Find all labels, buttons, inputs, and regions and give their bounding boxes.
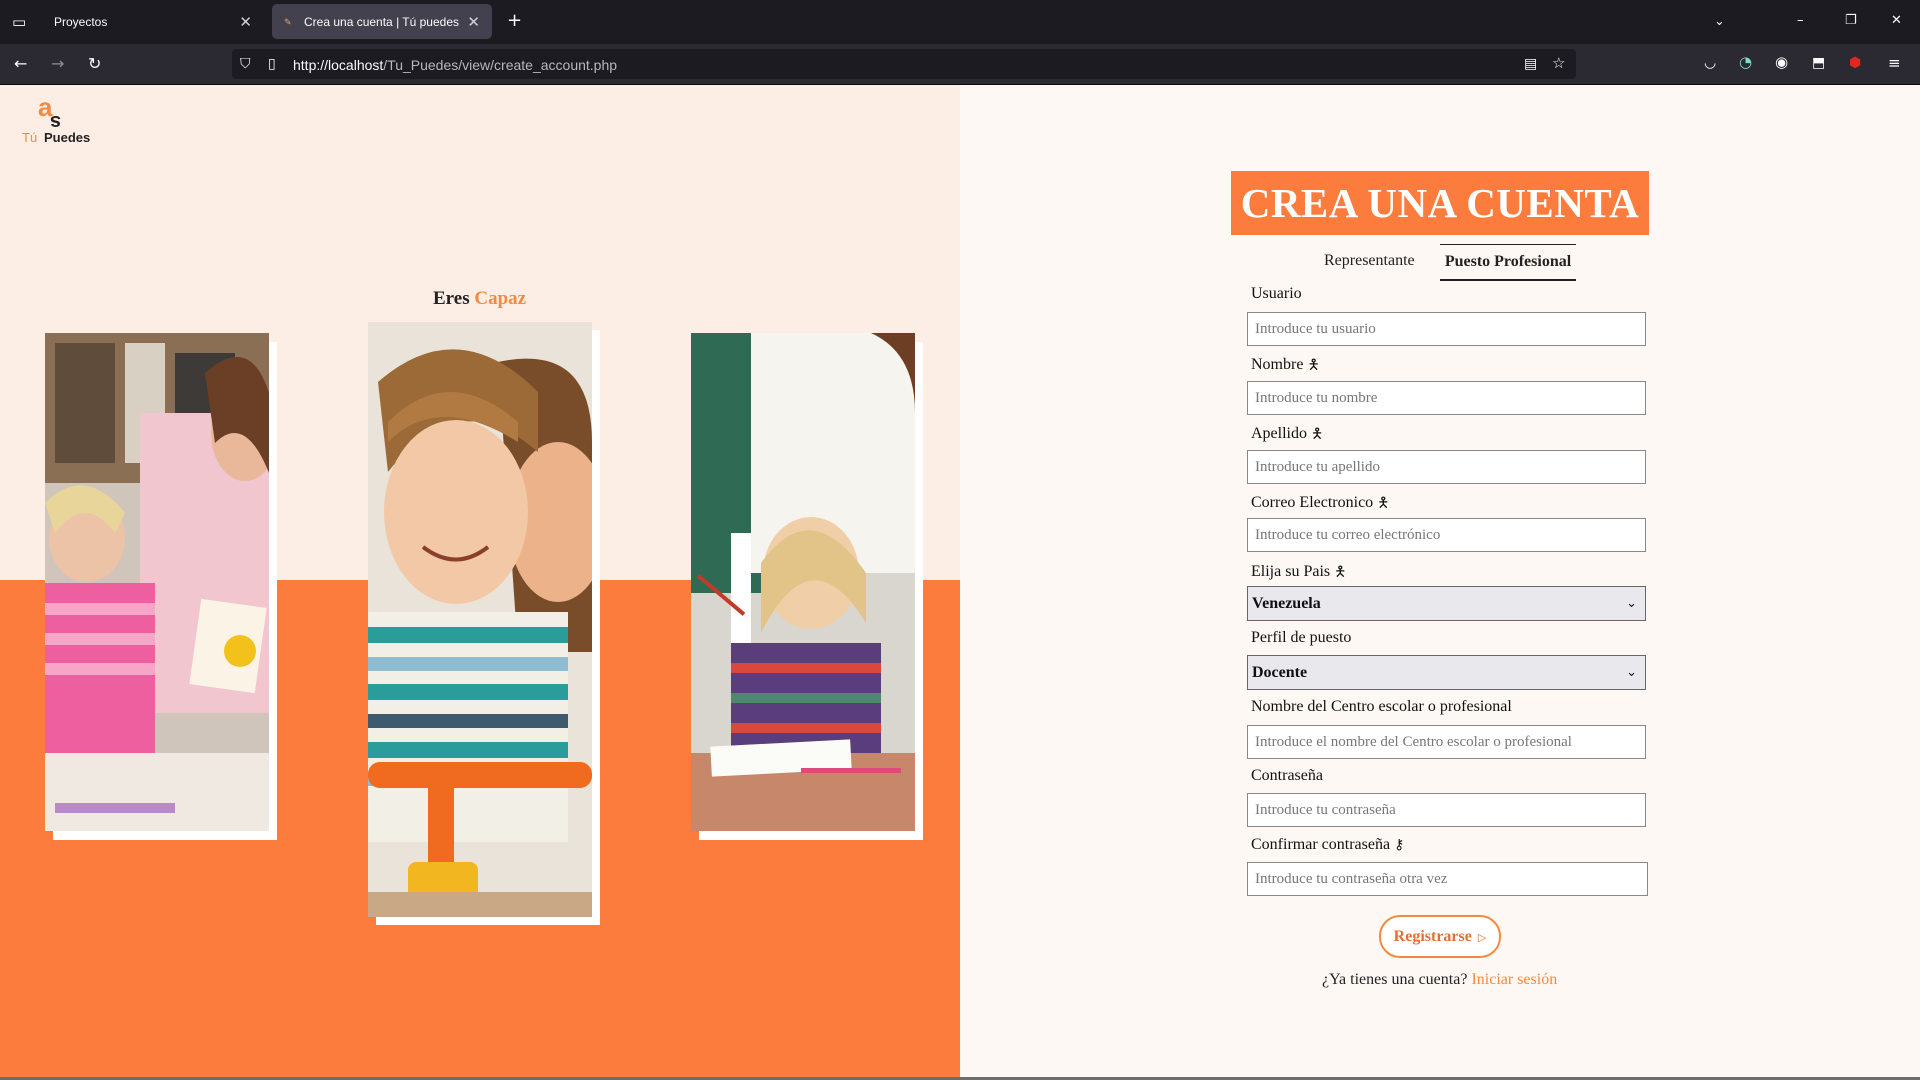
account-type-tabs: Representante Puesto Profesional [1320,244,1720,281]
tab-title: Crea una cuenta | Tú puedes [304,14,460,29]
pais-label-text: Elija su Pais [1251,563,1331,580]
chevron-down-icon: ⌄ [1626,665,1637,680]
register-button[interactable]: Registrarse ▷ [1379,915,1501,958]
person-icon: 🯅 [1311,426,1324,442]
confirmar-label: Confirmar contraseña ⚷ [1251,836,1404,854]
tagline-highlight: Capaz [474,288,527,309]
back-icon[interactable]: ← [14,56,27,72]
nombre-input[interactable] [1247,381,1646,415]
centro-input[interactable] [1247,725,1646,759]
confirmar-input[interactable] [1247,862,1648,896]
correo-label-text: Correo Electronico [1251,494,1374,511]
page-icon[interactable]: ▯ [268,56,276,72]
apellido-input[interactable] [1247,450,1646,484]
site-logo[interactable]: a s Tú Puedes [20,92,100,148]
usuario-label: Usuario [1251,285,1302,303]
person-icon: 🯅 [1334,564,1347,580]
centro-label-text: Nombre del Centro escolar o profesional [1251,698,1512,715]
minimize-icon[interactable]: – [1797,13,1804,29]
sync-icon[interactable]: ◔ [1739,54,1752,70]
nombre-label: Nombre 🯅 [1251,354,1320,378]
perfil-select-value: Docente [1252,664,1308,681]
photo-teacher-girl [45,333,269,831]
forward-icon[interactable]: → [51,56,64,72]
window-close-icon[interactable]: ✕ [1891,13,1902,29]
correo-input[interactable] [1247,518,1646,552]
login-prompt-line: ¿Ya tienes una cuenta? Iniciar sesión [1322,971,1557,989]
shield-icon[interactable]: ⛉ [240,56,251,72]
login-prompt: ¿Ya tienes una cuenta? [1322,971,1468,988]
tab-proyectos[interactable]: Proyectos ✕ [42,4,264,39]
pocket-icon[interactable]: ◡ [1704,55,1716,71]
url-text[interactable]: http://localhost/Tu_Puedes/view/create_a… [293,57,617,73]
favicon-icon: ✎ [284,16,292,27]
tab-crea-cuenta[interactable]: ✎ Crea una cuenta | Tú puedes ✕ [272,4,492,39]
pais-label: Elija su Pais 🯅 [1251,561,1346,585]
account-icon[interactable]: ◉ [1775,54,1788,70]
browser-tab-bar: ▭ Proyectos ✕ ✎ Crea una cuenta | Tú pue… [0,0,1920,44]
correo-label: Correo Electronico 🯅 [1251,492,1390,516]
play-triangle-icon: ▷ [1477,931,1487,944]
tab-puesto-profesional[interactable]: Puesto Profesional [1440,244,1576,281]
contrasena-input[interactable] [1247,793,1646,827]
url-host: http://localhost [293,57,384,73]
reader-icon[interactable]: ▤ [1524,56,1537,72]
close-icon[interactable]: ✕ [467,13,480,31]
apellido-label: Apellido 🯅 [1251,423,1323,447]
tab-list-icon[interactable]: ⌄ [1714,14,1725,30]
login-link[interactable]: Iniciar sesión [1471,971,1557,988]
perfil-label-text: Perfil de puesto [1251,629,1352,646]
reload-icon[interactable]: ↻ [88,56,101,72]
new-tab-icon[interactable]: + [507,12,522,30]
perfil-select[interactable]: Docente ⌄ [1247,655,1646,690]
pais-select[interactable]: Venezuela ⌄ [1247,586,1646,621]
menu-icon[interactable]: ≡ [1888,55,1901,71]
contrasena-label: Contraseña [1251,767,1323,785]
chevron-down-icon: ⌄ [1626,596,1637,611]
logo-word-puedes: Puedes [44,130,91,145]
tab-representante[interactable]: Representante [1324,252,1415,270]
person-icon: 🯅 [1307,357,1320,373]
url-path: /Tu_Puedes/view/create_account.php [383,57,618,73]
ublock-icon[interactable]: ⬢ [1849,55,1861,71]
tab-overview-icon[interactable]: ▭ [12,14,26,30]
logo-word-tu: Tú [22,130,38,145]
photo-smiling-boy [368,322,592,917]
key-icon: ⚷ [1394,837,1405,853]
register-button-label: Registrarse [1393,928,1472,945]
form-title: CREA UNA CUENTA [1231,171,1649,235]
perfil-label: Perfil de puesto [1251,629,1351,647]
tab-title: Proyectos [54,14,108,29]
usuario-label-text: Usuario [1251,285,1302,302]
centro-label: Nombre del Centro escolar o profesional [1251,698,1512,716]
usuario-input[interactable] [1247,312,1646,346]
person-icon: 🯅 [1377,495,1390,511]
nombre-label-text: Nombre [1251,356,1304,373]
bookmark-star-icon[interactable]: ☆ [1552,55,1565,71]
extensions-icon[interactable]: ⬒ [1812,55,1825,71]
close-icon[interactable]: ✕ [239,13,252,31]
tagline-prefix: Eres [433,288,470,309]
apellido-label-text: Apellido [1251,425,1307,442]
hero-tagline: Eres Capaz [433,288,526,310]
pais-select-value: Venezuela [1252,595,1321,612]
contrasena-label-text: Contraseña [1251,767,1323,784]
confirmar-label-text: Confirmar contraseña [1251,836,1391,853]
photo-classroom-drawing [691,333,915,831]
restore-icon[interactable]: ❐ [1845,13,1857,29]
